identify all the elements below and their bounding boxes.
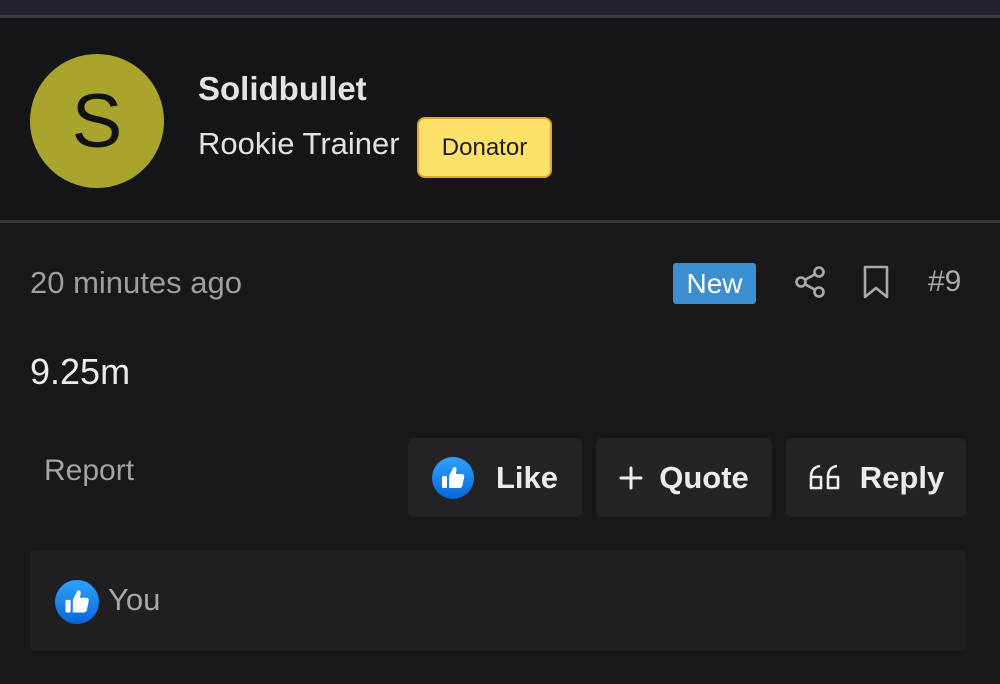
- author-header: S Solidbullet Rookie Trainer Donator: [0, 18, 1000, 222]
- donator-badge: Donator: [417, 117, 552, 178]
- post-number[interactable]: #9: [928, 265, 961, 299]
- reply-label: Reply: [859, 459, 945, 495]
- reactions-bar[interactable]: You: [30, 550, 966, 651]
- new-badge-label: New: [686, 267, 743, 299]
- like-button[interactable]: Like: [408, 438, 582, 517]
- like-label: Like: [495, 459, 559, 495]
- quote-label: Quote: [659, 459, 749, 495]
- user-title: Rookie Trainer: [198, 126, 400, 161]
- avatar[interactable]: S: [30, 54, 164, 188]
- post-body: 20 minutes ago New #9 9.25m Report Like …: [0, 223, 1000, 684]
- quote-button[interactable]: Quote: [596, 438, 772, 517]
- thumbs-up-icon: [431, 456, 474, 499]
- reactions-user[interactable]: You: [108, 582, 160, 618]
- post-time[interactable]: 20 minutes ago: [30, 265, 242, 301]
- thumbs-up-icon: [55, 580, 99, 624]
- bookmark-icon[interactable]: [860, 264, 892, 300]
- report-link[interactable]: Report: [44, 454, 134, 488]
- quote-marks-icon: [808, 463, 844, 493]
- new-badge: New: [673, 263, 756, 304]
- plus-icon: [619, 466, 643, 490]
- top-strip: [0, 0, 1000, 16]
- username[interactable]: Solidbullet: [198, 70, 367, 108]
- donator-badge-label: Donator: [441, 133, 528, 161]
- avatar-letter: S: [71, 78, 123, 164]
- share-icon[interactable]: [792, 264, 828, 300]
- post-content: 9.25m: [30, 351, 131, 392]
- reply-button[interactable]: Reply: [786, 438, 966, 517]
